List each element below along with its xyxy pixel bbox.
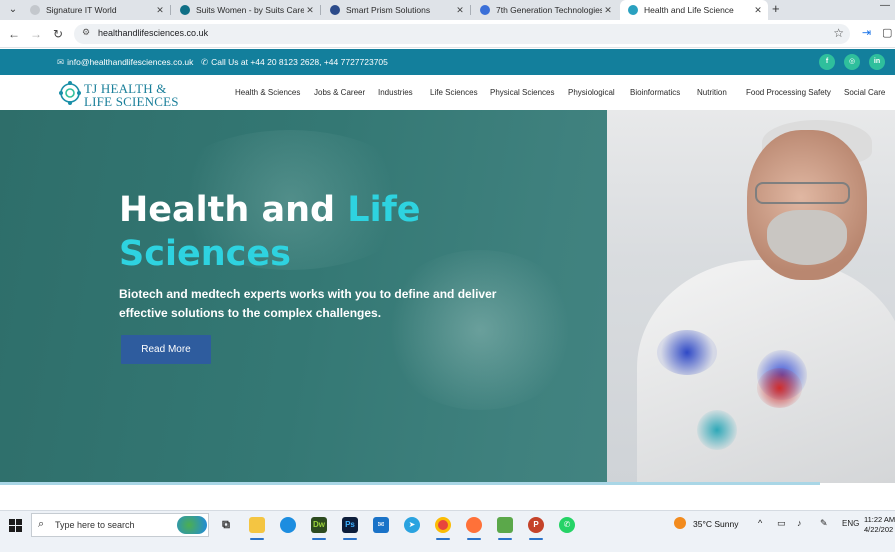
edge-icon[interactable]	[280, 517, 296, 533]
chrome-icon[interactable]	[435, 517, 451, 533]
phone-text: Call Us at +44 20 8123 2628, +44 7727723…	[211, 57, 388, 67]
windows-start-icon[interactable]	[9, 519, 23, 533]
nav-nutrition[interactable]: Nutrition	[697, 88, 727, 97]
browser-tab-strip: ⌄ Signature IT World ✕ Suits Women - by …	[0, 0, 895, 20]
dreamweaver-icon[interactable]: Dw	[311, 517, 327, 533]
tab-favicon-icon	[180, 5, 190, 15]
clock-time: 11:22 AM	[864, 515, 895, 524]
hero-subtitle: Biotech and medtech experts works with y…	[119, 287, 497, 320]
site-header: TJ HEALTH & LIFE SCIENCES Health & Scien…	[0, 75, 895, 110]
site-settings-icon[interactable]: ⚙	[82, 27, 90, 38]
nav-industries[interactable]: Industries	[378, 88, 413, 97]
tab-separator	[170, 5, 171, 15]
browser-tab[interactable]: Smart Prism Solutions ✕	[322, 0, 470, 20]
browser-tab[interactable]: 7th Generation Technologies ✕	[472, 0, 618, 20]
tab-favicon-icon	[480, 5, 490, 15]
linkedin-icon[interactable]: in	[869, 54, 885, 70]
weather-sun-icon	[674, 517, 686, 529]
nav-life-sciences[interactable]: Life Sciences	[430, 88, 478, 97]
tab-search-chevron-icon[interactable]: ⌄	[4, 2, 22, 18]
taskbar-search-box[interactable]: ⌕ Type here to search	[31, 513, 209, 537]
logo-molecule-icon	[59, 81, 81, 105]
logo-text-line2: LIFE SCIENCES	[84, 94, 179, 109]
whatsapp-icon[interactable]: ✆	[559, 517, 575, 533]
nav-bioinformatics[interactable]: Bioinformatics	[630, 88, 680, 97]
instagram-icon[interactable]: ◎	[844, 54, 860, 70]
bookmark-star-icon[interactable]: ☆	[833, 26, 844, 40]
hero-title-accent: Life	[347, 190, 421, 230]
nav-food-processing-safety[interactable]: Food Processing Safety	[746, 88, 831, 97]
close-tab-icon[interactable]: ✕	[752, 5, 764, 16]
task-view-icon[interactable]: ⧉	[218, 517, 234, 533]
nav-social-care[interactable]: Social Care	[844, 88, 885, 97]
language-indicator[interactable]: ENG	[842, 519, 859, 528]
close-tab-icon[interactable]: ✕	[602, 5, 614, 16]
chevron-up-icon[interactable]: ^	[758, 518, 762, 528]
search-placeholder: Type here to search	[55, 520, 135, 530]
tab-favicon-icon	[628, 5, 638, 15]
extension-icon[interactable]: ⇥	[862, 26, 876, 40]
mail-icon[interactable]: ✉	[373, 517, 389, 533]
tab-favicon-icon	[330, 5, 340, 15]
tab-separator	[320, 5, 321, 15]
browser-toolbar: ← → ↻ ⚙ healthandlifesciences.co.uk ☆	[0, 20, 895, 48]
battery-icon[interactable]: ▭	[777, 518, 786, 529]
close-tab-icon[interactable]: ✕	[454, 5, 466, 16]
nav-health-sciences[interactable]: Health & Sciences	[235, 88, 300, 97]
tab-favicon-icon	[30, 5, 40, 15]
scientist-photo	[607, 110, 895, 483]
search-highlight-icon	[177, 516, 207, 534]
back-arrow-icon[interactable]: ←	[5, 25, 23, 43]
tab-title: Health and Life Science	[644, 5, 734, 15]
hero-title: Health and Life Sciences	[119, 188, 519, 276]
pen-icon[interactable]: ✎	[820, 518, 828, 529]
powerpoint-icon[interactable]: P	[528, 517, 544, 533]
browser-tab[interactable]: Suits Women - by Suits Care N ✕	[172, 0, 320, 20]
volume-icon[interactable]: ♪	[797, 518, 802, 528]
file-explorer-icon[interactable]	[249, 517, 265, 533]
browser-tab[interactable]: Signature IT World ✕	[22, 0, 170, 20]
weather-text[interactable]: 35°C Sunny	[693, 519, 738, 529]
windows-taskbar: ⌕ Type here to search ⧉ Dw Ps ✉ ➤ P ✆ 35…	[0, 510, 895, 552]
read-more-button[interactable]: Read More	[121, 335, 211, 364]
tab-separator	[470, 5, 471, 15]
address-bar[interactable]: ⚙ healthandlifesciences.co.uk ☆	[74, 24, 850, 44]
new-tab-button[interactable]: +	[772, 1, 780, 16]
reload-icon[interactable]: ↻	[49, 25, 67, 43]
page-content-below	[0, 485, 895, 510]
photoshop-icon[interactable]: Ps	[342, 517, 358, 533]
extensions-puzzle-icon[interactable]: ▢	[882, 26, 895, 40]
forward-arrow-icon[interactable]: →	[27, 25, 45, 43]
tab-title: Signature IT World	[46, 5, 117, 15]
tab-title: Suits Women - by Suits Care N	[196, 5, 304, 15]
browser-tab-active[interactable]: Health and Life Science ✕	[620, 0, 768, 20]
minimize-window-icon[interactable]: —	[880, 0, 890, 11]
clock-date: 4/22/202	[864, 525, 894, 534]
telegram-icon[interactable]: ➤	[404, 517, 420, 533]
hero-banner: Health and Life Sciences Biotech and med…	[0, 110, 895, 483]
phone-icon: ✆	[201, 57, 209, 67]
url-text[interactable]: healthandlifesciences.co.uk	[98, 28, 208, 38]
facebook-icon[interactable]: f	[819, 54, 835, 70]
email-text: info@healthandlifesciences.co.uk	[67, 57, 194, 67]
close-tab-icon[interactable]: ✕	[154, 5, 166, 16]
phone-link[interactable]: ✆ Call Us at +44 20 8123 2628, +44 772772…	[201, 57, 388, 68]
tab-title: 7th Generation Technologies	[496, 5, 602, 15]
hero-title-text: Health and	[119, 190, 348, 230]
hero-title-accent: Sciences	[119, 234, 291, 274]
envelope-icon: ✉	[57, 57, 65, 67]
nav-physiological[interactable]: Physiological	[568, 88, 615, 97]
system-clock[interactable]: 11:22 AM 4/22/202	[864, 515, 895, 535]
close-tab-icon[interactable]: ✕	[304, 5, 316, 16]
search-icon: ⌕	[38, 518, 45, 530]
site-logo[interactable]: TJ HEALTH & LIFE SCIENCES	[58, 78, 183, 109]
nav-jobs-career[interactable]: Jobs & Career	[314, 88, 365, 97]
firefox-icon[interactable]	[466, 517, 482, 533]
email-link[interactable]: ✉ info@healthandlifesciences.co.uk	[57, 57, 193, 68]
image-editor-icon[interactable]	[497, 517, 513, 533]
nav-physical-sciences[interactable]: Physical Sciences	[490, 88, 554, 97]
contact-info-bar: ✉ info@healthandlifesciences.co.uk ✆ Call …	[0, 49, 895, 75]
tab-title: Smart Prism Solutions	[346, 5, 431, 15]
